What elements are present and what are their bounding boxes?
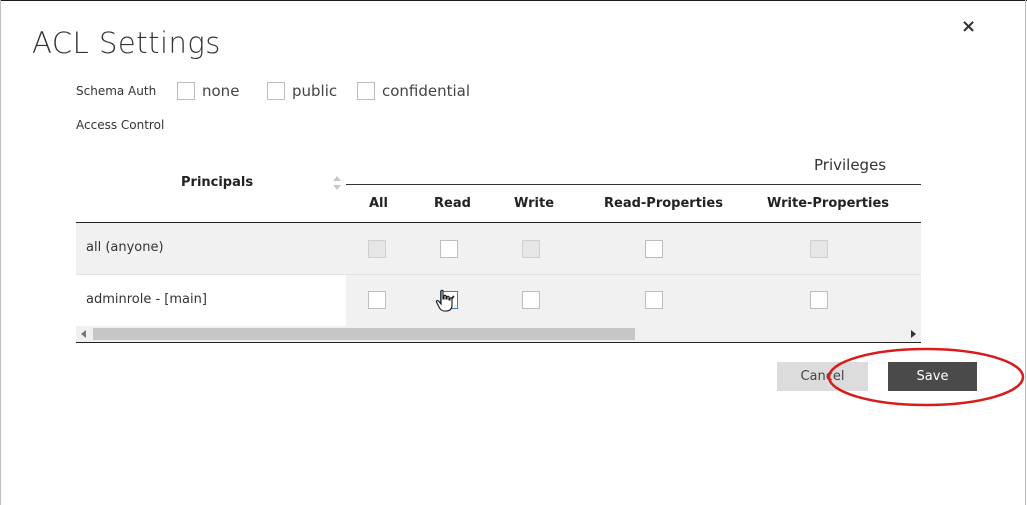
close-icon[interactable]: × <box>961 17 976 37</box>
column-header-read-properties: Read-Properties <box>604 196 723 211</box>
principal-cell: adminrole - [main] <box>76 275 346 326</box>
checkbox-write-properties-anyone <box>810 240 828 258</box>
privileges-cell-group <box>346 275 921 326</box>
checkbox-none[interactable] <box>177 82 195 100</box>
table-row: all (anyone) <box>76 223 921 274</box>
dialog-title: ACL Settings <box>32 26 221 60</box>
column-header-write-properties: Write-Properties <box>767 196 890 211</box>
table-bottom-divider <box>76 342 921 343</box>
option-label-none: none <box>202 82 240 100</box>
privileges-header: Privileges <box>814 156 887 174</box>
scrollbar-thumb[interactable] <box>93 328 635 340</box>
column-header-read: Read <box>434 196 471 211</box>
column-header-all: All <box>369 196 388 211</box>
scroll-left-icon[interactable] <box>81 330 87 338</box>
checkbox-confidential[interactable] <box>357 82 375 100</box>
schema-auth-label: Schema Auth <box>76 84 157 98</box>
schema-auth-option-public[interactable]: public <box>267 81 337 101</box>
checkbox-read-properties-adminrole[interactable] <box>645 291 663 309</box>
checkbox-read-properties-anyone[interactable] <box>645 240 663 258</box>
horizontal-scrollbar[interactable] <box>76 326 921 342</box>
principal-cell: all (anyone) <box>76 223 346 274</box>
schema-auth-option-confidential[interactable]: confidential <box>357 81 470 101</box>
principal-name: adminrole - [main] <box>86 292 207 307</box>
table-row: adminrole - [main] <box>76 274 921 326</box>
checkbox-all-anyone <box>368 240 386 258</box>
privileges-cell-group <box>346 223 921 274</box>
hand-cursor-icon <box>435 289 453 312</box>
option-label-confidential: confidential <box>382 82 471 100</box>
checkbox-write-properties-adminrole[interactable] <box>810 291 828 309</box>
checkbox-write-adminrole[interactable] <box>522 291 540 309</box>
checkbox-public[interactable] <box>267 82 285 100</box>
checkbox-write-anyone <box>522 240 540 258</box>
checkbox-all-adminrole[interactable] <box>368 291 386 309</box>
option-label-public: public <box>292 82 338 100</box>
column-header-write: Write <box>514 196 555 211</box>
save-button[interactable]: Save <box>888 362 977 391</box>
cancel-button[interactable]: Cancel <box>777 362 868 391</box>
checkbox-read-anyone[interactable] <box>440 240 458 258</box>
schema-auth-option-none[interactable]: none <box>177 81 239 101</box>
access-control-label: Access Control <box>76 118 165 132</box>
principal-name: all (anyone) <box>86 240 164 255</box>
sort-icon[interactable] <box>332 175 342 191</box>
scroll-right-icon[interactable] <box>910 330 916 338</box>
privileges-divider <box>346 184 921 185</box>
principals-header[interactable]: Principals <box>181 175 253 190</box>
